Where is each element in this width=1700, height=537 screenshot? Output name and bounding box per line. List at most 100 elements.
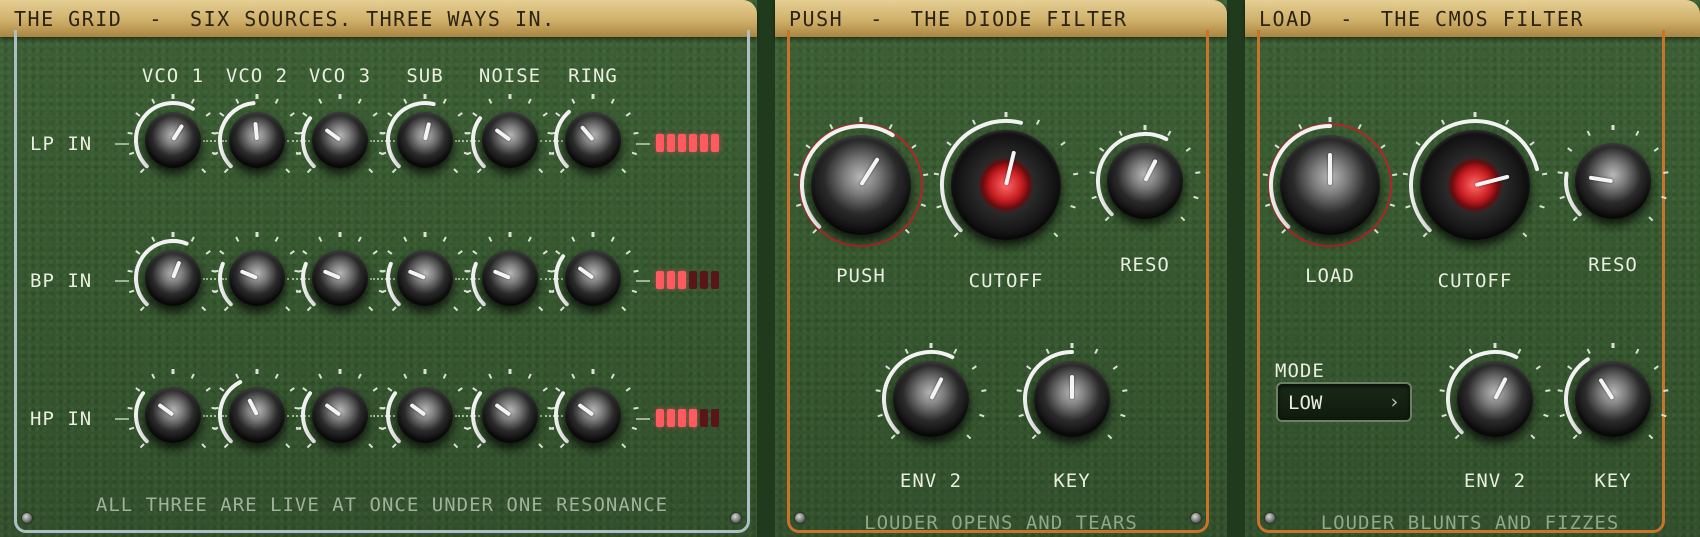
knob-indicator [1328,153,1332,185]
knob-indicator [1493,376,1508,400]
push-reso-knob[interactable] [1107,143,1183,219]
mode-label: MODE [1275,360,1325,382]
grid-title: THE GRID - SIX SOURCES. THREE WAYS IN. [14,7,556,31]
hp-vco3-knob[interactable] [312,387,368,443]
routing-dots [370,278,395,282]
bp-level-meter [656,271,719,289]
meter-segment [667,409,675,427]
load-panel: LOAD - THE CMOS FILTER LOAD CUTOFF RESO … [1245,0,1700,537]
knob-indicator [1598,377,1615,401]
load-key-knob[interactable] [1575,361,1651,437]
meter-segment [711,271,719,289]
routing-dots [540,140,563,144]
push-push-knob[interactable] [811,135,911,235]
hp-vco1-knob[interactable] [145,387,201,443]
col-label-vco2: VCO 2 [225,65,289,87]
push-cutoff-knob[interactable] [951,130,1061,240]
load-reso-knob[interactable] [1575,143,1651,219]
bp-vco3-knob[interactable] [312,250,368,306]
knob-indicator [324,127,342,142]
chevron-right-icon: › [1388,391,1400,413]
bp-noise-knob[interactable] [482,250,538,306]
push-env2-label: ENV 2 [899,470,963,492]
knob-indicator [324,402,342,417]
hp-noise-knob[interactable] [482,387,538,443]
lp-vco2-knob[interactable] [229,112,285,168]
grid-footer: ALL THREE ARE LIVE AT ONCE UNDER ONE RES… [95,494,669,516]
knob-indicator [409,402,427,417]
knob-indicator [247,398,259,416]
knob-indicator [492,269,511,280]
hp-vco2-knob[interactable] [229,387,285,443]
knob-indicator [494,127,512,142]
knob-indicator [1004,150,1017,186]
meter-segment [700,271,708,289]
meter-segment [711,134,719,152]
meter-segment [700,409,708,427]
load-footer: LOUDER BLUNTS AND FIZZES [1320,512,1620,534]
load-key-label: KEY [1594,470,1632,492]
knob-indicator [577,265,595,280]
meter-segment [678,409,686,427]
meter-segment [656,409,664,427]
lp-vco3-knob[interactable] [312,112,368,168]
knob-indicator [1588,175,1614,183]
routing-dots [203,278,227,282]
hp-sub-knob[interactable] [397,387,453,443]
load-load-knob[interactable] [1280,135,1380,235]
meter-segment [667,134,675,152]
row-label-hp: HP IN [30,408,93,430]
col-label-sub: SUB [406,65,444,87]
lp-ring-knob[interactable] [565,112,621,168]
knob-indicator [171,123,185,142]
knob-indicator [253,121,259,141]
lp-vco1-knob[interactable] [145,112,201,168]
knob-indicator [423,122,432,141]
col-label-vco3: VCO 3 [308,65,372,87]
routing-dots [540,278,563,282]
load-env2-knob[interactable] [1457,361,1533,437]
row-dash [115,280,129,282]
lp-noise-knob[interactable] [482,112,538,168]
load-env2-label: ENV 2 [1463,470,1527,492]
bp-vco2-knob[interactable] [229,250,285,306]
knob-indicator [1070,374,1074,399]
meter-segment [667,271,675,289]
screw [731,513,741,523]
row-dash [636,143,650,145]
load-cutoff-knob[interactable] [1420,130,1530,240]
push-reso-label: RESO [1120,254,1170,276]
load-reso-label: RESO [1588,254,1638,276]
push-key-knob[interactable] [1034,361,1110,437]
row-dash [115,418,129,420]
bp-sub-knob[interactable] [397,250,453,306]
meter-segment [678,134,686,152]
knob-indicator [929,376,944,400]
mode-value: LOW [1288,392,1323,414]
grid-panel: THE GRID - SIX SOURCES. THREE WAYS IN. V… [0,0,757,537]
hp-level-meter [656,409,719,427]
knob-indicator [579,125,595,142]
row-dash [636,418,650,420]
bp-ring-knob[interactable] [565,250,621,306]
screw [1191,513,1201,523]
bp-vco1-knob[interactable] [145,250,201,306]
mode-selector[interactable]: LOW › [1276,382,1412,422]
push-panel: PUSH - THE DIODE FILTER PUSH CUTOFF RESO… [775,0,1227,537]
push-footer: LOUDER OPENS AND TEARS [864,512,1138,534]
meter-segment [689,134,697,152]
knob-indicator [1474,174,1510,187]
col-label-ring: RING [568,65,618,87]
knob-indicator [577,402,595,417]
screw [22,513,32,523]
hp-ring-knob[interactable] [565,387,621,443]
knob-indicator [322,269,341,280]
knob-indicator [1143,158,1158,182]
screw [1265,513,1275,523]
lp-sub-knob[interactable] [397,112,453,168]
routing-dots [540,415,563,419]
push-env2-knob[interactable] [893,361,969,437]
meter-segment [700,134,708,152]
col-label-vco1: VCO 1 [141,65,205,87]
knob-indicator [239,269,258,280]
